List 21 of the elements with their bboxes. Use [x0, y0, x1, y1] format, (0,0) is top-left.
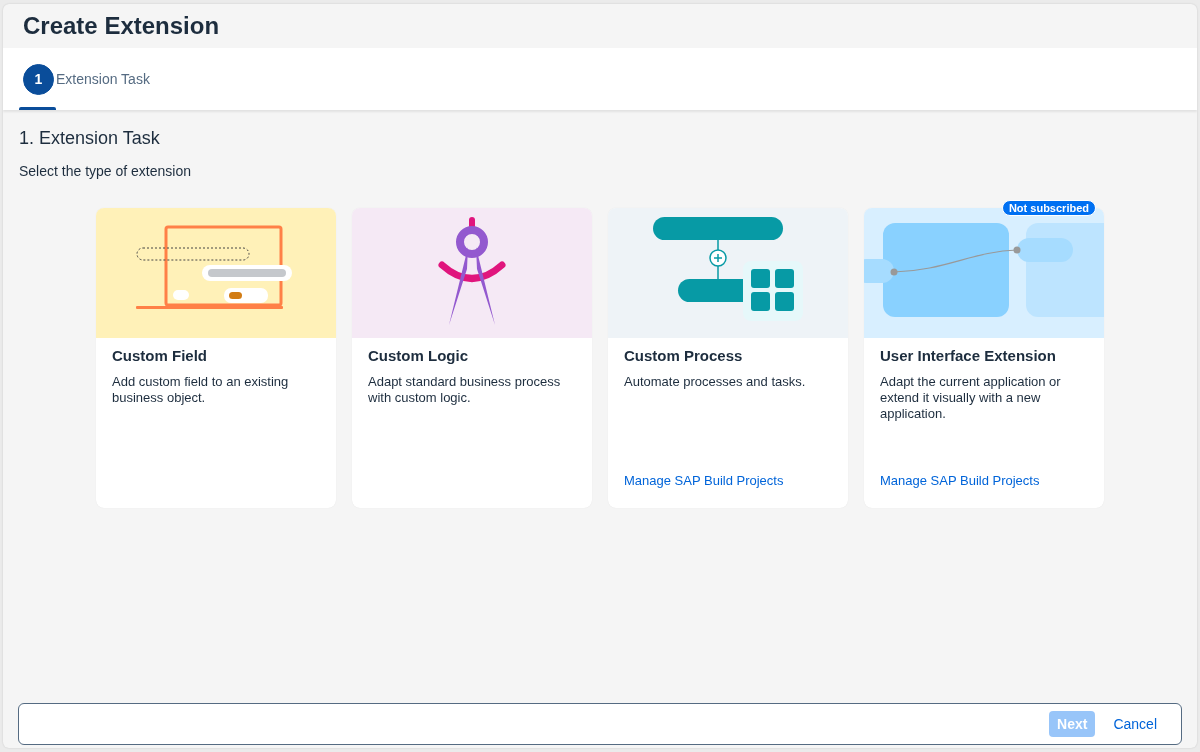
card-description: Adapt standard business process with custom logic.: [368, 374, 562, 406]
step-label[interactable]: Extension Task: [56, 71, 150, 87]
card-title: User Interface Extension: [880, 347, 1057, 364]
step-number[interactable]: 1: [23, 63, 54, 95]
status-badge: Not subscribed: [1001, 200, 1096, 216]
extension-card[interactable]: Custom Field Add custom field to an existing business object.: [96, 208, 336, 508]
dialog-title: Create Extension: [23, 12, 220, 40]
card-title: Custom Logic: [368, 347, 469, 364]
section-title: 1. Extension Task: [19, 128, 161, 149]
card-description: Adapt the current application or extend it visually with a new application.: [880, 374, 1062, 422]
card-description: Automate processes and tasks.: [624, 374, 807, 390]
card-title: Custom Process: [624, 347, 744, 364]
section-subtitle: Select the type of extension: [19, 163, 192, 179]
card-title: Custom Field: [112, 347, 208, 364]
active-step-indicator: [19, 107, 56, 110]
manage-projects-link[interactable]: Manage SAP Build Projects: [880, 473, 1040, 488]
extension-card[interactable]: Custom Logic Adapt standard business process with custom logic.: [352, 208, 592, 508]
extension-card[interactable]: Custom Process Automate processes and tasks. Manage SAP Build Projects: [608, 208, 848, 508]
secondary-button[interactable]: Cancel: [1105, 711, 1165, 737]
card-description: Add custom field to an existing business object.: [112, 374, 290, 406]
manage-projects-link[interactable]: Manage SAP Build Projects: [624, 473, 784, 488]
